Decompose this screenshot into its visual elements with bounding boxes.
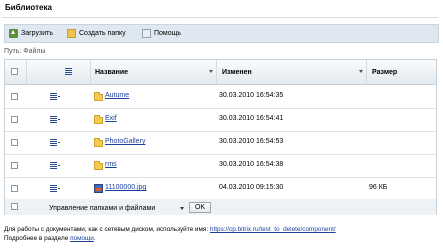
row-menu-icon[interactable] — [50, 185, 60, 192]
network-drive-note: Для работы с документами, как с сетевым … — [4, 226, 336, 242]
modified-date: 30.03.2010 16:54:38 — [219, 161, 284, 168]
footer-checkbox[interactable] — [11, 203, 18, 210]
network-drive-link[interactable]: https://cp.bitrix.ru/test_to_delete/comp… — [210, 226, 336, 233]
column-modified-header[interactable]: Изменен — [217, 60, 367, 84]
upload-icon — [9, 29, 18, 38]
row-menu-icon[interactable] — [50, 116, 60, 123]
help-icon — [142, 29, 151, 38]
toolbar: Загрузить Создать папку Помощь — [4, 24, 439, 43]
ok-button[interactable]: OK — [189, 202, 211, 213]
folder-icon — [94, 92, 103, 101]
chevron-down-icon — [180, 207, 184, 210]
row-menu-icon[interactable] — [50, 93, 60, 100]
modified-date: 30.03.2010 16:54:41 — [219, 115, 284, 122]
help-button[interactable]: Помощь — [142, 28, 181, 39]
row-checkbox[interactable] — [11, 185, 18, 192]
file-table: Название Изменен Размер Autume 30.03.201… — [4, 59, 437, 215]
action-select[interactable]: Управление папками и файлами — [49, 203, 184, 214]
sort-down-icon — [209, 70, 213, 73]
modified-date: 30.03.2010 16:54:53 — [219, 138, 284, 145]
help-label: Помощь — [154, 30, 182, 37]
row-menu-icon[interactable] — [50, 139, 60, 146]
create-folder-label: Создать папку — [79, 30, 126, 37]
file-name-link[interactable]: 11100000.jpg — [105, 184, 146, 191]
page-title: Библиотека — [5, 3, 52, 12]
file-name-link[interactable]: Exif — [105, 115, 117, 122]
row-checkbox[interactable] — [11, 139, 18, 146]
file-name-link[interactable]: PhotoGallery — [105, 138, 145, 145]
column-name-header[interactable]: Название — [91, 60, 217, 84]
new-folder-icon — [67, 29, 76, 38]
create-folder-button[interactable]: Создать папку — [67, 28, 126, 39]
upload-button[interactable]: Загрузить — [9, 28, 53, 39]
select-all-checkbox[interactable] — [11, 68, 18, 75]
row-checkbox[interactable] — [11, 162, 18, 169]
table-row[interactable]: Exif 30.03.2010 16:54:41 — [5, 108, 436, 132]
sort-down-icon — [359, 70, 363, 73]
table-row[interactable]: PhotoGallery 30.03.2010 16:54:53 — [5, 131, 436, 155]
help-link[interactable]: помощи — [70, 235, 94, 242]
table-row[interactable]: rms 30.03.2010 16:54:38 — [5, 154, 436, 178]
folder-icon — [94, 115, 103, 124]
title-bar: Библиотека — [2, 0, 438, 18]
upload-label: Загрузить — [21, 30, 53, 37]
file-name-link[interactable]: rms — [105, 161, 117, 168]
modified-date: 30.03.2010 16:54:35 — [219, 92, 284, 99]
breadcrumb: Путь: Файлы — [4, 48, 46, 55]
row-menu-icon[interactable] — [50, 162, 60, 169]
folder-icon — [94, 138, 103, 147]
file-name-link[interactable]: Autume — [105, 92, 129, 99]
row-checkbox[interactable] — [11, 93, 18, 100]
columns-menu-icon[interactable] — [65, 68, 75, 75]
column-size-header[interactable]: Размер — [367, 60, 436, 84]
image-file-icon — [94, 184, 103, 193]
table-row[interactable]: 11100000.jpg 04.03.2010 09:15:30 96 КБ — [5, 177, 436, 201]
folder-icon — [94, 161, 103, 170]
table-header: Название Изменен Размер — [5, 60, 436, 85]
table-row[interactable]: Autume 30.03.2010 16:54:35 — [5, 85, 436, 109]
action-select-value: Управление папками и файлами — [49, 205, 156, 212]
modified-date: 04.03.2010 09:15:30 — [219, 184, 284, 191]
file-size: 96 КБ — [369, 184, 388, 191]
row-checkbox[interactable] — [11, 116, 18, 123]
